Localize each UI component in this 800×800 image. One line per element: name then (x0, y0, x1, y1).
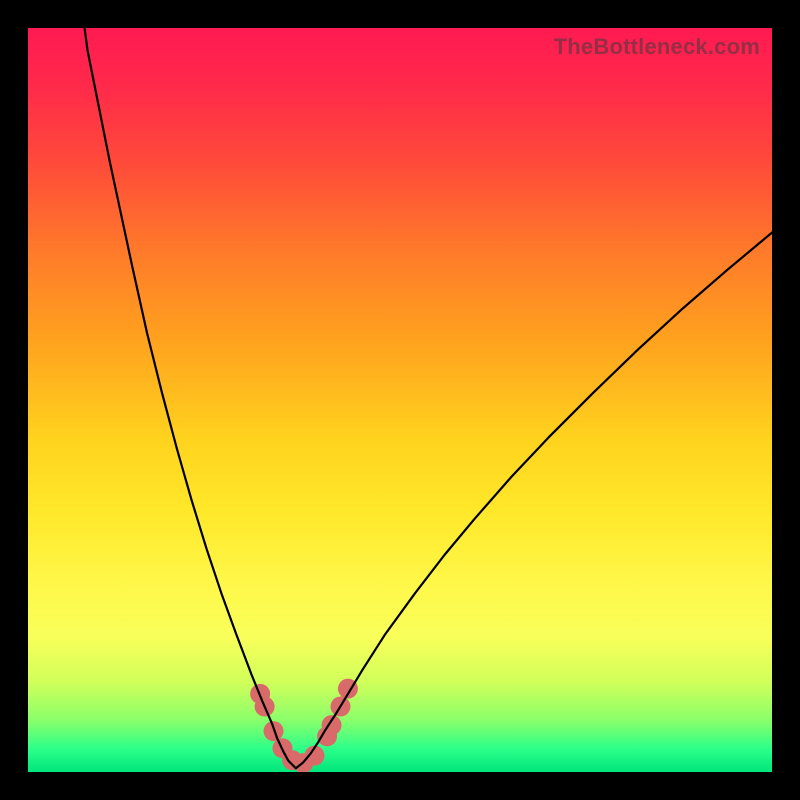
marker-group (250, 679, 358, 772)
left-curve (85, 28, 296, 768)
chart-frame: TheBottleneck.com (0, 0, 800, 800)
plot-area: TheBottleneck.com (28, 28, 772, 772)
curve-layer (28, 28, 772, 772)
right-curve (296, 233, 772, 769)
